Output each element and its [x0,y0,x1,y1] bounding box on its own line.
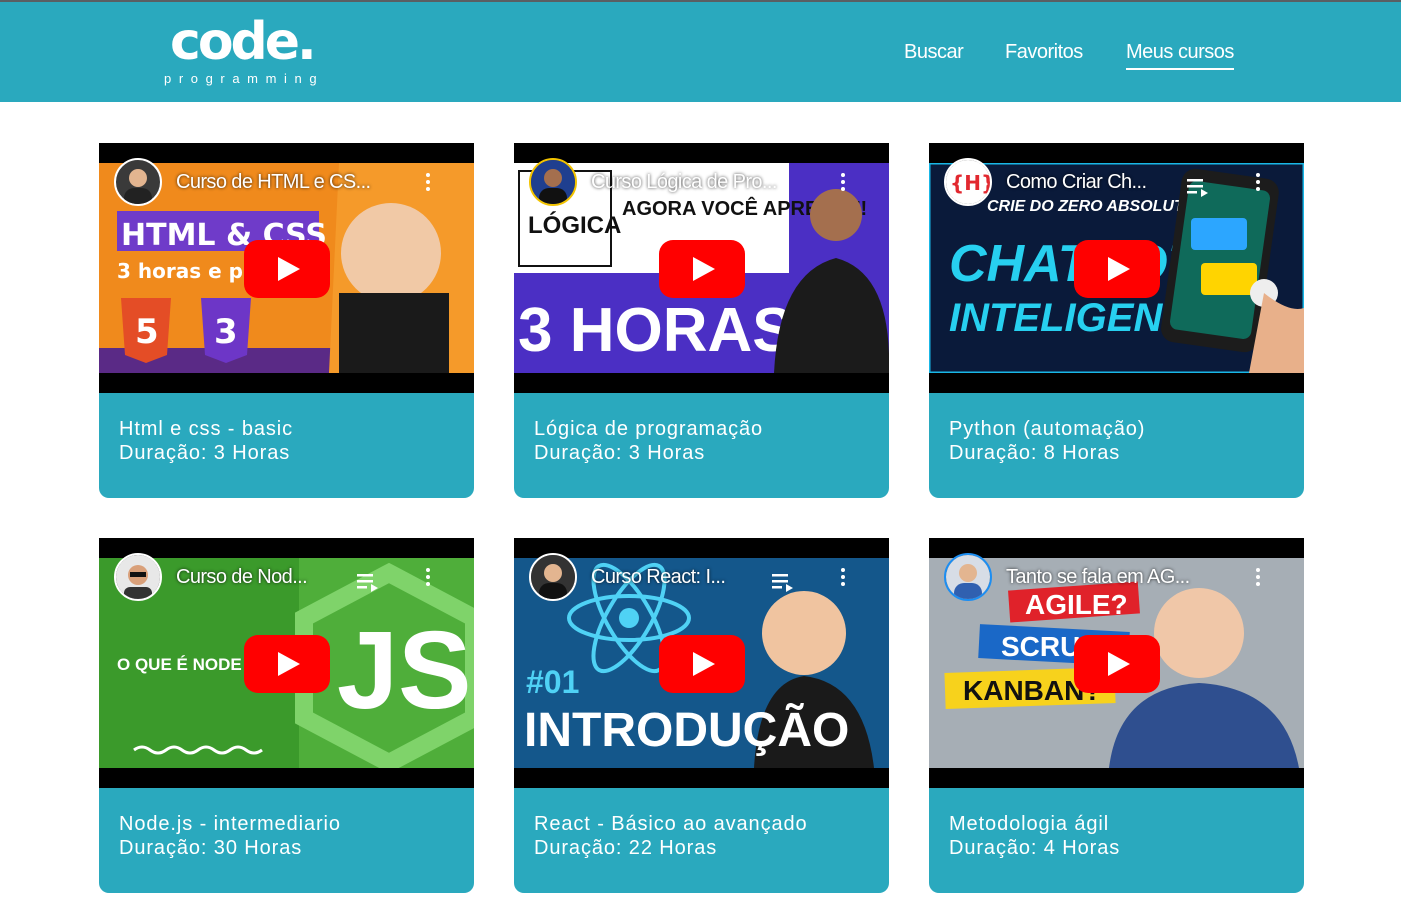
playlist-icon[interactable] [357,572,379,592]
course-duration: Duração: 22 Horas [534,837,718,859]
playlist-icon[interactable] [772,572,794,592]
main-nav: Buscar Favoritos Meus cursos [0,40,1401,80]
more-vert-icon[interactable] [1252,173,1264,195]
youtube-play-icon[interactable] [659,635,745,693]
thumb-text-1: CRIE DO ZERO ABSOLUTO [987,198,1196,215]
course-name: Node.js - intermediario [119,813,341,835]
more-vert-icon[interactable] [1252,568,1264,590]
channel-avatar[interactable] [529,553,577,601]
thumb-text-2: JS [337,609,472,732]
thumb-text-3: 3 HORAS [518,296,794,365]
course-info: Python (automação) Duração: 8 Horas [949,417,1145,465]
course-name: Metodologia ágil [949,813,1110,835]
course-card[interactable]: CRIE DO ZERO ABSOLUTO CHATBOT INTELIGENT… [929,143,1304,498]
course-duration: Duração: 3 Horas [119,442,291,464]
nav-link-favoritos[interactable]: Favoritos [1005,40,1083,64]
course-card[interactable]: JS O QUE É NODE Curso de Nod... Node.js … [99,538,474,893]
playlist-icon[interactable] [1187,177,1209,197]
course-card[interactable]: AGILE? SCRUM? KANBAN? Tanto se fala em A… [929,538,1304,893]
thumb-text-1: O QUE É NODE [117,655,242,674]
thumb-text-1: LÓGICA [528,211,621,239]
youtube-play-icon[interactable] [244,240,330,298]
course-name: Lógica de programação [534,418,764,440]
course-info: Node.js - intermediario Duração: 30 Hora… [119,812,341,860]
course-card[interactable]: HTML & CSS 3 horas e p 5 3 Curso de HTML… [99,143,474,498]
video-embed[interactable]: CRIE DO ZERO ABSOLUTO CHATBOT INTELIGENT… [929,143,1304,393]
thumb-text-2: INTRODUÇÃO [524,702,849,757]
course-info: Metodologia ágil Duração: 4 Horas [949,812,1120,860]
course-card[interactable]: #01 INTRODUÇÃO Curso React: I... React -… [514,538,889,893]
thumb-text-1: #01 [526,664,579,700]
more-vert-icon[interactable] [837,173,849,195]
svg-text:5: 5 [135,312,159,352]
channel-avatar[interactable] [529,158,577,206]
video-embed[interactable]: HTML & CSS 3 horas e p 5 3 Curso de HTML… [99,143,474,393]
video-embed[interactable]: #01 INTRODUÇÃO Curso React: I... [514,538,889,788]
video-title[interactable]: Tanto se fala em AG... [1006,566,1236,589]
course-name: Python (automação) [949,418,1146,440]
youtube-play-icon[interactable] [1074,635,1160,693]
video-embed[interactable]: LÓGICA AGORA VOCÊ APRENDE! 3 HORAS Curso… [514,143,889,393]
course-info: Html e css - basic Duração: 3 Horas [119,417,293,465]
youtube-play-icon[interactable] [244,635,330,693]
youtube-play-icon[interactable] [659,240,745,298]
video-title[interactable]: Curso Lógica de Pro... [591,171,821,194]
course-duration: Duração: 8 Horas [949,442,1121,464]
course-duration: Duração: 30 Horas [119,837,303,859]
more-vert-icon[interactable] [837,568,849,590]
thumb-text-1: AGILE? [1025,589,1128,620]
nav-link-meus-cursos[interactable]: Meus cursos [1126,40,1234,70]
channel-avatar[interactable] [944,553,992,601]
site-header: code. programming Buscar Favoritos Meus … [0,2,1401,102]
course-duration: Duração: 4 Horas [949,837,1121,859]
course-duration: Duração: 3 Horas [534,442,706,464]
thumb-text-2: 3 horas e p [117,259,243,283]
video-embed[interactable]: JS O QUE É NODE Curso de Nod... [99,538,474,788]
course-card[interactable]: LÓGICA AGORA VOCÊ APRENDE! 3 HORAS Curso… [514,143,889,498]
svg-text:3: 3 [214,312,238,352]
course-name: React - Básico ao avançado [534,813,808,835]
video-title[interactable]: Curso de HTML e CS... [176,171,406,194]
course-info: React - Básico ao avançado Duração: 22 H… [534,812,808,860]
channel-avatar[interactable] [114,553,162,601]
channel-avatar[interactable]: {H} [944,158,992,206]
video-embed[interactable]: AGILE? SCRUM? KANBAN? Tanto se fala em A… [929,538,1304,788]
more-vert-icon[interactable] [422,568,434,590]
channel-avatar[interactable] [114,158,162,206]
nav-link-buscar[interactable]: Buscar [904,40,964,64]
more-vert-icon[interactable] [422,173,434,195]
course-name: Html e css - basic [119,418,294,440]
course-info: Lógica de programação Duração: 3 Horas [534,417,763,465]
svg-text:{H}: {H} [950,171,990,195]
youtube-play-icon[interactable] [1074,240,1160,298]
